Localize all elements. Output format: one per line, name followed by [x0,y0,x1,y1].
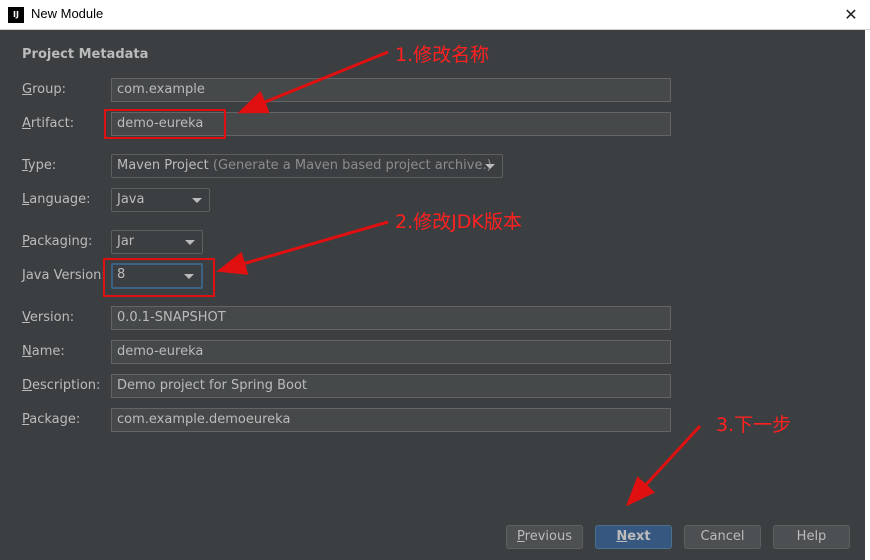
description-label: Description: [22,378,100,393]
arrow-to-next-button [625,424,702,507]
language-select[interactable]: Java [111,188,210,212]
previous-button-rest: revious [524,529,572,544]
help-button[interactable]: Help [773,525,850,549]
annotation-next-step: 3.下一步 [716,414,792,436]
group-field[interactable]: com.example [111,78,671,102]
group-label-mnemonic: G [22,82,33,97]
package-field[interactable]: com.example.demoeureka [111,408,671,432]
arrow-to-java-version [216,220,389,275]
language-label-rest: anguage: [29,192,91,207]
java-version-label-rest: ava Version: [25,268,106,283]
language-select-value: Java [117,192,145,207]
type-select-hint: (Generate a Maven based project archive.… [212,158,492,173]
intellij-app-icon: IJ [8,7,24,23]
group-label: Group: [22,82,66,97]
packaging-label-rest: ackaging: [29,234,93,249]
group-label-rest: roup: [32,82,66,97]
java-version-select-value: 8 [117,267,126,282]
name-label: Name: [22,344,65,359]
artifact-label-mnemonic: A [22,116,31,131]
annotation-rename: 1.修改名称 [395,44,490,66]
name-label-mnemonic: N [22,344,32,359]
artifact-label-rest: rtifact: [30,116,75,131]
title-bar: IJ New Module ✕ [0,0,870,30]
type-select[interactable]: Maven Project (Generate a Maven based pr… [111,154,503,178]
description-field[interactable]: Demo project for Spring Boot [111,374,671,398]
previous-button[interactable]: Previous [506,525,583,549]
java-version-select[interactable]: 8 [111,263,203,289]
packaging-select-value: Jar [117,234,135,249]
description-label-mnemonic: D [22,378,33,393]
next-button-mnemonic: N [616,529,628,544]
packaging-select[interactable]: Jar [111,230,203,254]
section-title: Project Metadata [22,47,149,62]
name-field[interactable]: demo-eureka [111,340,671,364]
annotation-change-jdk: 2.修改JDK版本 [395,211,522,233]
type-label-rest: ype: [27,158,57,173]
version-label: Version: [22,310,74,325]
previous-button-mnemonic: P [517,529,525,544]
description-label-rest: escription: [32,378,101,393]
package-label: Package: [22,412,80,427]
chevron-down-icon [192,198,202,203]
window-edge [865,30,870,560]
type-label: Type: [22,158,56,173]
next-button[interactable]: Next [595,525,672,549]
window-title: New Module [31,6,104,21]
chevron-down-icon [485,164,495,169]
next-button-rest: ext [627,529,651,544]
artifact-field[interactable]: demo-eureka [111,112,671,136]
language-label: Language: [22,192,91,207]
java-version-label: Java Version: [22,268,106,283]
chevron-down-icon [184,274,194,279]
name-label-rest: ame: [31,344,65,359]
chevron-down-icon [185,240,195,245]
version-field[interactable]: 0.0.1-SNAPSHOT [111,306,671,330]
artifact-label: Artifact: [22,116,74,131]
version-label-rest: ersion: [29,310,75,325]
type-select-value: Maven Project [117,158,209,173]
version-label-mnemonic: V [22,310,30,325]
cancel-button[interactable]: Cancel [684,525,761,549]
close-icon[interactable]: ✕ [838,2,864,28]
package-label-rest: ackage: [29,412,81,427]
packaging-label: Packaging: [22,234,92,249]
